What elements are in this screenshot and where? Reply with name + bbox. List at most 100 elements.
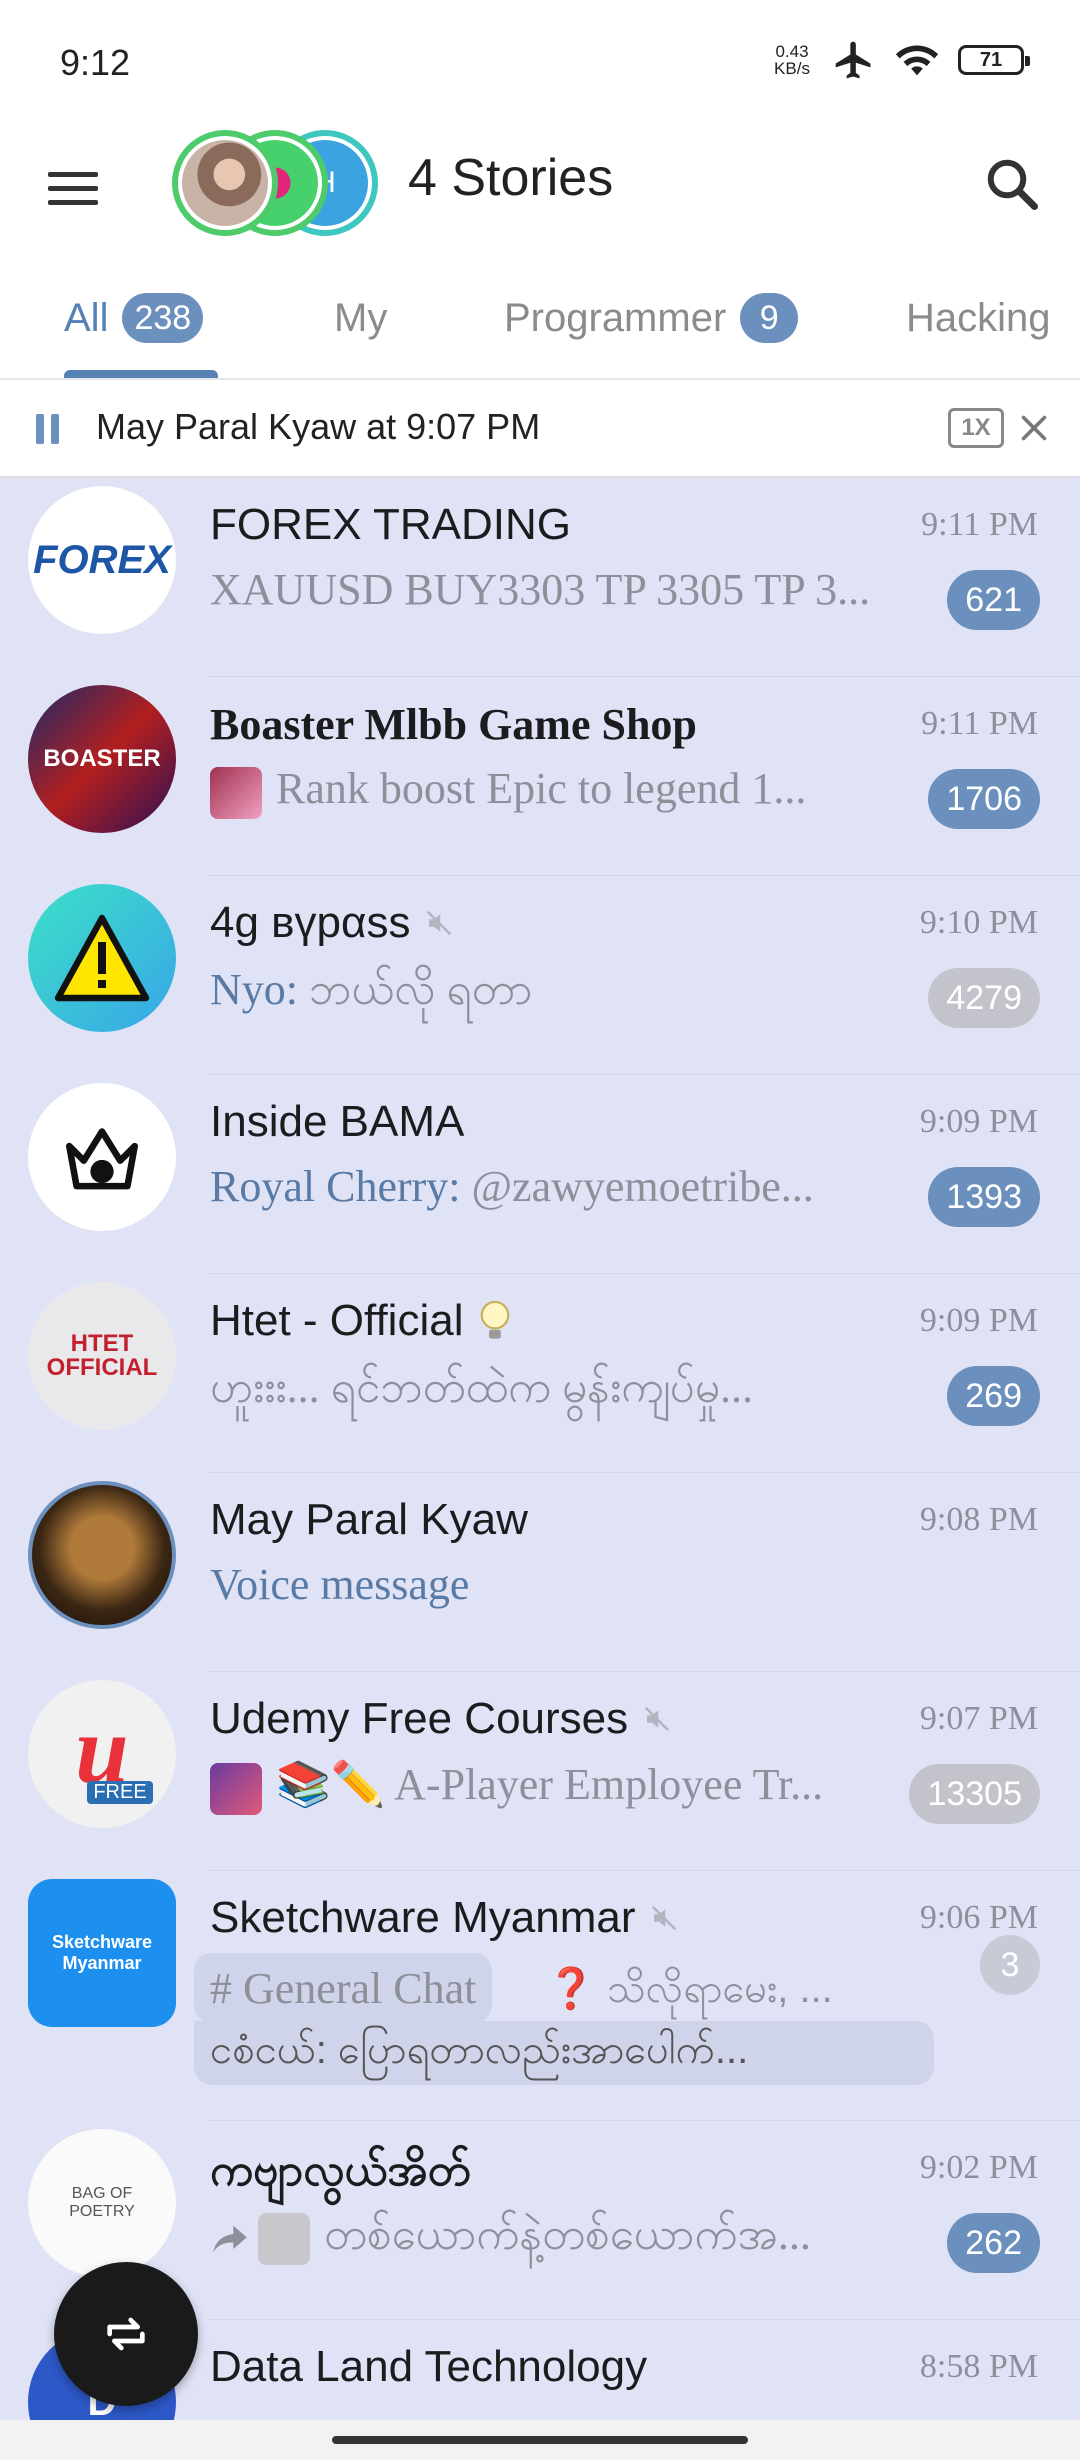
unread-badge: 621 xyxy=(947,570,1040,630)
crown-icon xyxy=(66,1128,138,1190)
tab-label: Programmer xyxy=(504,295,727,340)
topic-last-message: ငစံငယ်: ပြောရတာလည်းအာပေါက်... xyxy=(194,2021,934,2085)
tab-label: All xyxy=(64,295,109,340)
chat-time: 9:09 PM xyxy=(919,1103,1038,1140)
airplane-icon xyxy=(835,41,871,79)
tab-badge: 9 xyxy=(740,293,799,343)
chat-row-boaster[interactable]: BOASTER Boaster Mlbb Game Shop 9:11 PM R… xyxy=(0,677,1080,876)
chat-list[interactable]: FOREX FOREX TRADING 9:11 PM XAUUSD BUY33… xyxy=(0,478,1080,2420)
switch-account-button[interactable] xyxy=(54,2262,198,2406)
avatar-text: BOASTER xyxy=(43,745,161,772)
topic-chip[interactable]: # General Chat xyxy=(194,1953,493,2023)
unread-badge: 4279 xyxy=(928,968,1040,1028)
status-bar: 9:12 0.43 KB/s 71 xyxy=(0,0,1080,128)
forum-topic-preview[interactable]: # General Chat ❓ သိလိုရာမေး, ... ငစံငယ်:… xyxy=(194,1953,934,2093)
chat-avatar: BAG OF POETRY xyxy=(28,2129,176,2277)
unread-badge: 13305 xyxy=(909,1764,1040,1824)
chat-preview: Voice message xyxy=(210,1560,470,1609)
chat-preview: XAUUSD BUY3303 TP 3305 TP 3... xyxy=(210,565,871,614)
chat-name-text: Sketchware Myanmar xyxy=(210,1893,636,1942)
search-icon[interactable] xyxy=(982,154,1042,214)
chat-name-text: Htet - Official xyxy=(210,1296,464,1345)
avatar-text: HTET OFFICIAL xyxy=(46,1330,158,1381)
tab-label: Hacking xyxy=(906,295,1051,340)
chat-time: 8:58 PM xyxy=(919,2348,1038,2385)
net-speed-value: 0.43 xyxy=(775,42,809,61)
chat-time: 9:11 PM xyxy=(921,705,1038,742)
home-gesture-handle[interactable] xyxy=(332,2436,748,2444)
system-nav-bar xyxy=(0,2420,1080,2460)
chat-time: 9:02 PM xyxy=(919,2149,1038,2186)
stories-avatars[interactable]: H xyxy=(172,128,382,238)
chat-time: 9:06 PM xyxy=(919,1899,1038,1936)
chat-time: 9:07 PM xyxy=(919,1700,1038,1737)
unread-badge: 3 xyxy=(980,1935,1040,1995)
unread-badge: 1706 xyxy=(928,769,1040,829)
chat-avatar: Sketchware Myanmar xyxy=(28,1879,176,2027)
chat-name: 4g вүрαѕѕ xyxy=(210,898,454,948)
chat-time: 9:09 PM xyxy=(919,1302,1038,1339)
folder-tabs: All 238 My Programmer 9 Hacking xyxy=(0,258,1080,380)
media-thumbnail xyxy=(210,766,262,819)
chat-avatar: u FREE xyxy=(28,1680,176,1828)
chat-preview: ဟူးးး... ရင်ဘတ်ထဲက မွန်းကျပ်မှု... xyxy=(210,1363,753,1412)
chat-name: Sketchware Myanmar xyxy=(210,1893,679,1943)
chat-name: Udemy Free Courses xyxy=(210,1694,672,1744)
unread-badge: 1393 xyxy=(928,1167,1040,1227)
tab-hacking[interactable]: Hacking xyxy=(906,288,1051,348)
tab-all[interactable]: All 238 xyxy=(64,288,204,348)
mute-icon xyxy=(645,1706,670,1732)
chat-row-4g-bypass[interactable]: 4g вүрαѕѕ 9:10 PM Nyo: ဘယ်လို ရတာ 4279 xyxy=(0,876,1080,1075)
chat-row-forex-trading[interactable]: FOREX FOREX TRADING 9:11 PM XAUUSD BUY33… xyxy=(0,478,1080,677)
battery-icon: 71 xyxy=(958,45,1030,75)
chat-preview: 📚✏️ A-Player Employee Tr... xyxy=(210,1758,890,1815)
chat-name: Data Land Technology xyxy=(210,2342,648,2391)
chat-row-htet-official[interactable]: HTET OFFICIAL Htet - Official 9:09 PM ဟူ… xyxy=(0,1274,1080,1473)
battery-level: 71 xyxy=(979,48,1003,71)
media-thumbnail xyxy=(258,2212,310,2265)
playback-speed-button[interactable]: 1X xyxy=(948,408,1004,448)
wifi-icon xyxy=(895,45,939,76)
close-icon[interactable] xyxy=(1016,410,1052,446)
chat-preview: တစ်ယောက်နဲ့တစ်ယောက်အ... xyxy=(210,2207,890,2271)
chat-name: Htet - Official xyxy=(210,1296,513,1346)
chat-preview: Royal Cherry: @zawyemoetribe... xyxy=(210,1161,890,1212)
page-title: 4 Stories xyxy=(408,149,614,207)
chat-row-sketchware-myanmar[interactable]: Sketchware Myanmar Sketchware Myanmar 9:… xyxy=(0,1871,1080,2121)
tab-indicator xyxy=(64,370,218,378)
media-thumbnail xyxy=(210,1762,262,1815)
chat-avatar xyxy=(28,884,176,1032)
chat-avatar xyxy=(28,1481,176,1629)
chat-avatar: HTET OFFICIAL xyxy=(28,1282,176,1430)
mute-icon xyxy=(652,1905,677,1931)
chat-time: 9:08 PM xyxy=(919,1501,1038,1538)
status-icons: 0.43 KB/s 71 xyxy=(770,38,1030,82)
chat-preview-text: @zawyemoetribe... xyxy=(460,1162,814,1211)
warning-icon xyxy=(54,914,150,1002)
chat-time: 9:11 PM xyxy=(921,506,1038,543)
tab-programmer[interactable]: Programmer 9 xyxy=(504,288,799,348)
unread-badge: 262 xyxy=(947,2213,1040,2273)
player-title: May Paral Kyaw at 9:07 PM xyxy=(96,406,541,447)
network-speed: 0.43 KB/s xyxy=(770,43,814,77)
tab-label: My xyxy=(334,295,388,340)
chat-row-may-paral-kyaw[interactable]: May Paral Kyaw 9:08 PM Voice message xyxy=(0,1473,1080,1672)
chat-name: ကဗျာလွယ်အိတ် xyxy=(210,2146,471,2195)
chat-row-inside-bama[interactable]: Inside BAMA 9:09 PM Royal Cherry: @zawye… xyxy=(0,1075,1080,1274)
chat-avatar xyxy=(28,1083,176,1231)
lightbulb-icon xyxy=(481,1300,510,1339)
app-header: H 4 Stories xyxy=(0,128,1080,258)
audio-player-bar[interactable]: May Paral Kyaw at 9:07 PM 1X xyxy=(0,380,1080,478)
chat-name: Inside BAMA xyxy=(210,1097,465,1146)
chat-sender: Nyo: xyxy=(210,965,298,1014)
tab-my[interactable]: My xyxy=(334,288,387,348)
chat-name-text: 4g вүрαѕѕ xyxy=(210,898,411,947)
net-speed-unit: KB/s xyxy=(774,59,810,78)
menu-icon[interactable] xyxy=(48,160,104,216)
chat-name: Boaster Mlbb Game Shop xyxy=(210,700,697,749)
avatar-text: FOREX xyxy=(33,537,171,582)
chat-row-udemy-free-courses[interactable]: u FREE Udemy Free Courses 9:07 PM 📚✏️ A-… xyxy=(0,1672,1080,1871)
story-avatar[interactable] xyxy=(172,130,278,236)
chat-preview: Nyo: ဘယ်လို ရတာ xyxy=(210,962,890,1026)
pause-icon[interactable] xyxy=(36,414,60,444)
